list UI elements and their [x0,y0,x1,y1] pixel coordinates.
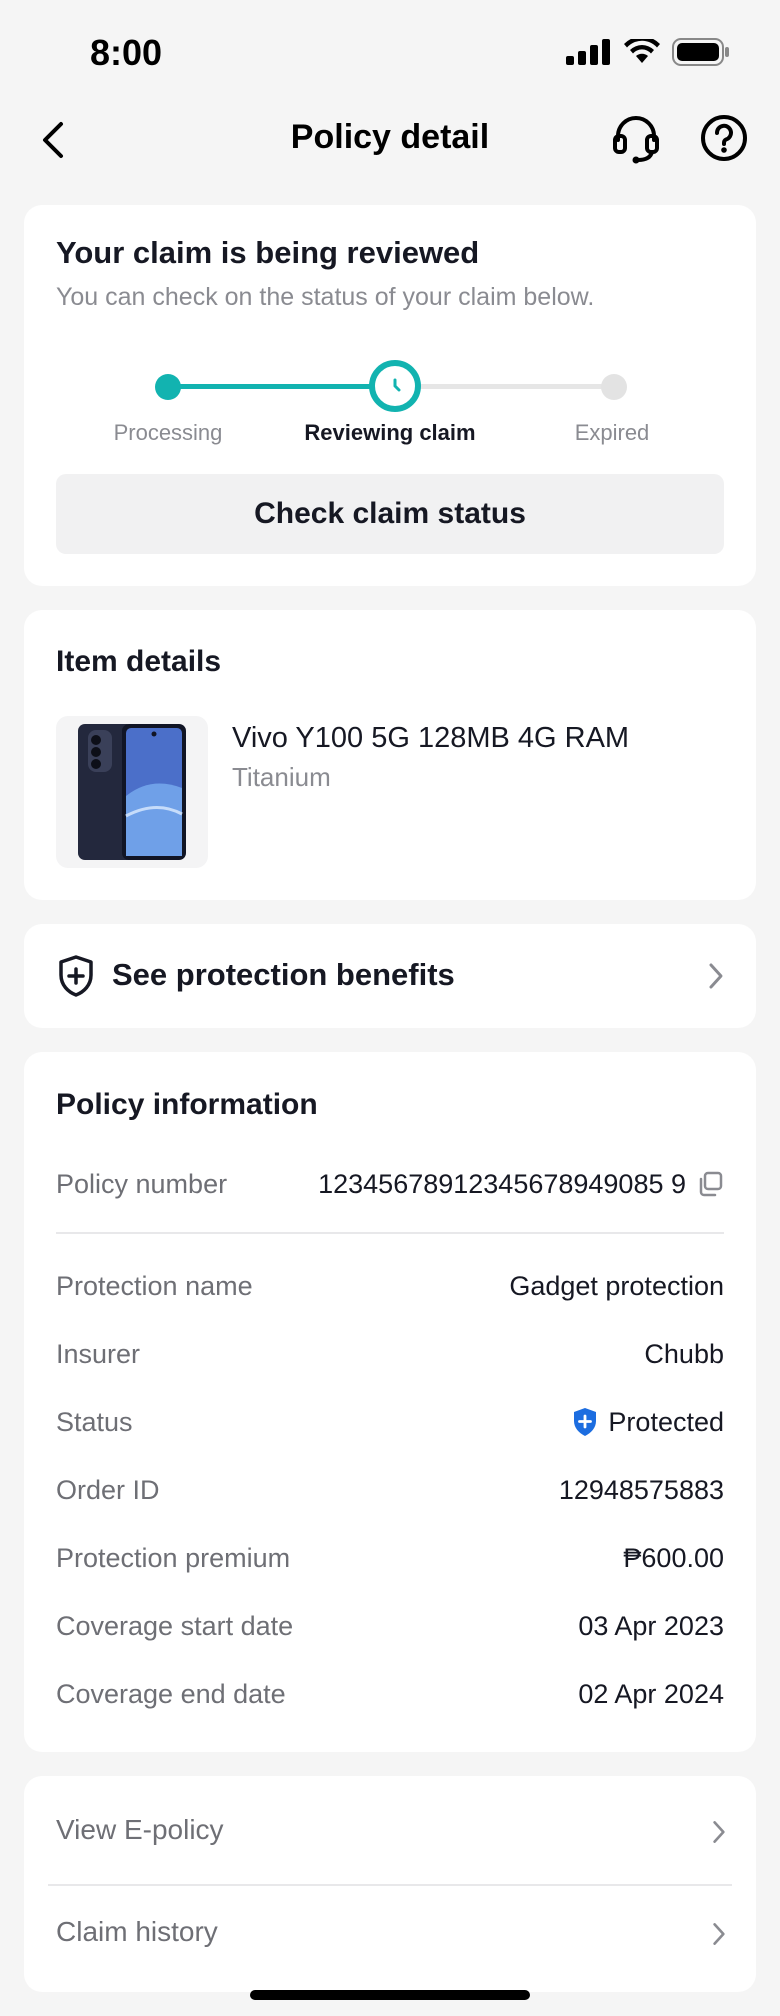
policy-information-card: Policy information Policy number 1234567… [24,1052,756,1752]
status-row: Status Protected [56,1402,724,1442]
item-details-title: Item details [56,645,222,678]
claim-subtitle: You can check on the status of your clai… [56,283,595,311]
claim-history-label: Claim history [56,1916,218,1947]
nav-bar: Policy detail [0,100,780,180]
headset-icon [613,116,659,164]
claim-history-row[interactable]: Claim history [24,1886,756,1986]
shield-plus-icon [59,955,93,997]
step-label-expired: Expired [574,420,650,445]
claim-status-card: Your claim is being reviewed You can che… [24,205,756,586]
home-indicator [250,1990,530,2000]
see-protection-benefits-row[interactable]: See protection benefits [24,924,756,1028]
row-label: Status [56,1406,133,1437]
row-label: Coverage start date [56,1610,294,1641]
status-time: 8:00 [90,32,163,73]
help-button[interactable] [700,114,748,162]
battery-icon [672,38,729,66]
step-label-processing: Processing [113,420,223,445]
status-value: Protected [608,1406,724,1437]
policy-information-title: Policy information [56,1088,318,1121]
row-label: Protection name [56,1270,253,1301]
policy-number-row: Policy number 12345678912345678949085 9 [56,1164,724,1204]
row-label: Order ID [56,1474,160,1505]
chevron-right-icon [713,1923,725,1945]
protection-name-row: Protection name Gadget protection [56,1266,724,1306]
status-icons [566,38,730,66]
claim-progress-stepper: Processing Reviewing claim Expired [24,360,756,460]
see-protection-benefits-label: See protection benefits [112,957,455,992]
policy-number-value-group: 12345678912345678949085 9 [318,1169,724,1200]
row-label: Insurer [56,1338,141,1369]
page-title: Policy detail [290,118,490,156]
row-value: 02 Apr 2024 [578,1678,724,1709]
policy-number-value: 12345678912345678949085 9 [318,1168,686,1199]
view-e-policy-row[interactable]: View E-policy [24,1784,756,1884]
coverage-start-date-row: Coverage start date 03 Apr 2023 [56,1606,724,1646]
chevron-right-icon [713,1821,725,1843]
protection-premium-row: Protection premium ₱600.00 [56,1538,724,1578]
row-value: ₱600.00 [623,1542,724,1573]
shield-check-icon [574,1408,597,1436]
view-e-policy-label: View E-policy [56,1814,224,1845]
row-label: Coverage end date [56,1678,286,1709]
step-dot-reviewing [369,360,421,412]
clock-icon [393,378,401,392]
policy-number-label: Policy number [56,1168,228,1199]
stepper-track-progress [168,384,394,389]
order-id-row: Order ID 12948575883 [56,1470,724,1510]
chevron-right-icon [709,963,723,989]
status-badge: Protected [572,1407,724,1438]
question-circle-icon [701,115,747,161]
item-name: Vivo Y100 5G 128MB 4G RAM [232,722,630,754]
row-value: Chubb [644,1338,724,1369]
smartphone-image [78,724,186,860]
row-label: Protection premium [56,1542,291,1573]
product-image [56,716,208,868]
step-label-reviewing: Reviewing claim [304,420,476,445]
coverage-end-date-row: Coverage end date 02 Apr 2024 [56,1674,724,1714]
row-value: 12948575883 [558,1474,724,1505]
insurer-row: Insurer Chubb [56,1334,724,1374]
item-details-card: Item details Vivo Y100 5G 128MB 4G RAM T… [24,610,756,900]
step-dot-expired [601,374,627,400]
customer-support-button[interactable] [610,112,662,164]
policy-links-card: View E-policy Claim history [24,1776,756,1992]
cellular-signal-icon [566,39,610,65]
row-value: 03 Apr 2023 [578,1610,724,1641]
claim-title: Your claim is being reviewed [56,235,480,270]
status-bar: 8:00 [0,0,780,100]
wifi-icon [624,39,660,63]
step-dot-processing [155,374,181,400]
copy-icon[interactable] [696,1170,724,1198]
check-claim-status-button[interactable]: Check claim status [56,474,724,554]
row-value: Gadget protection [509,1270,724,1301]
divider [56,1232,724,1234]
item-variant: Titanium [232,762,331,792]
